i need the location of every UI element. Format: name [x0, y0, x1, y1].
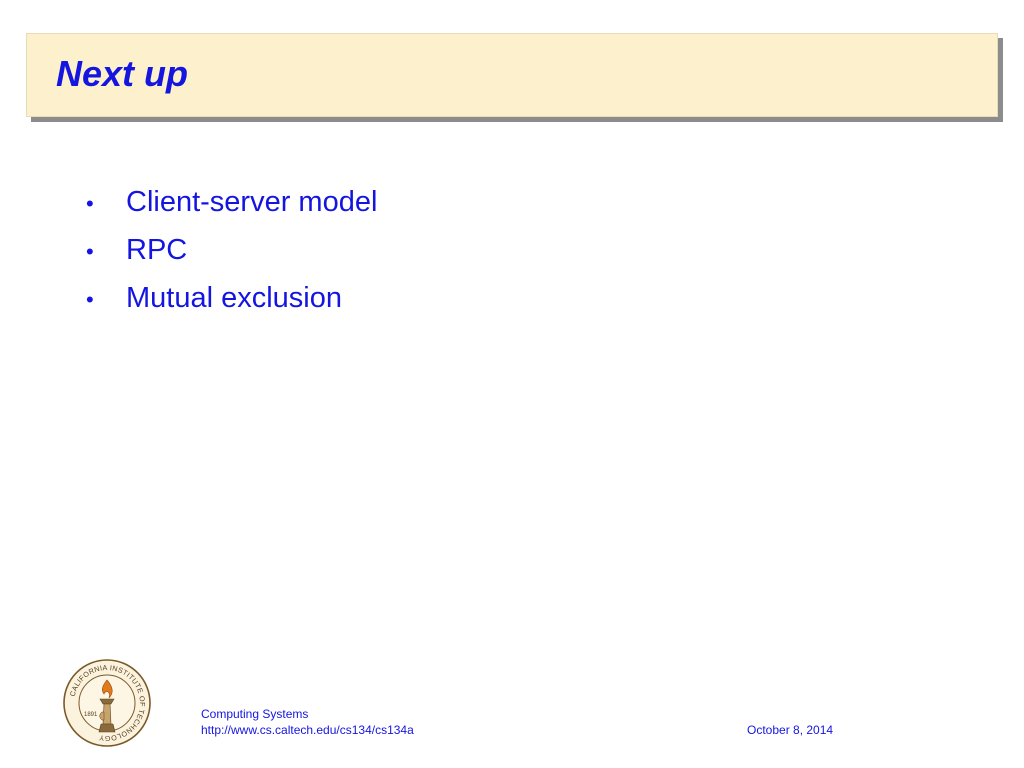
bullet-text: RPC [126, 234, 188, 266]
footer-url: http://www.cs.caltech.edu/cs134/cs134a [201, 723, 414, 737]
bullet-item: • RPC [86, 234, 377, 282]
bullet-item: • Mutual exclusion [86, 282, 377, 330]
seal-year: 1891 [84, 712, 98, 718]
bullet-text: Mutual exclusion [126, 282, 342, 314]
bullet-list: • Client-server model • RPC • Mutual exc… [86, 186, 377, 330]
slide: Next up • Client-server model • RPC • Mu… [0, 0, 1024, 768]
footer-left: Computing Systems http://www.cs.caltech.… [201, 706, 414, 738]
footer-date: October 8, 2014 [747, 723, 834, 737]
bullet-icon: • [86, 239, 94, 264]
bullet-icon: • [86, 191, 94, 216]
slide-title: Next up [56, 53, 189, 94]
caltech-seal-icon: CALIFORNIA INSTITUTE OF TECHNOLOGY 1891 [63, 659, 151, 747]
bullet-text: Client-server model [126, 186, 378, 218]
bullet-item: • Client-server model [86, 186, 377, 234]
footer-course: Computing Systems [201, 707, 309, 721]
bullet-icon: • [86, 287, 94, 312]
title-bar: Next up [26, 33, 998, 117]
